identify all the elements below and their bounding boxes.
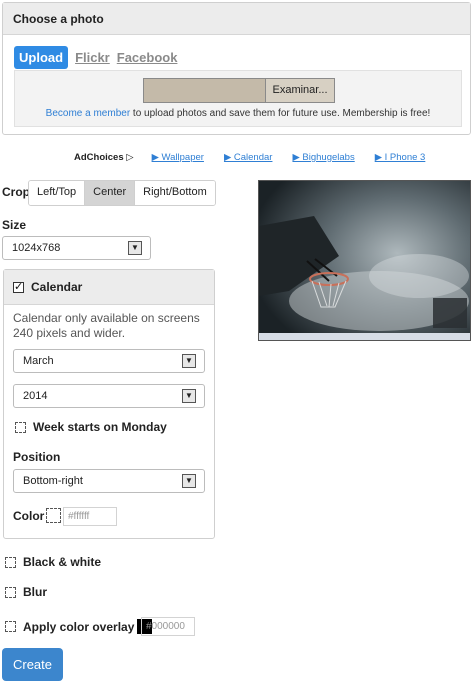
crop-center-button[interactable]: Center — [85, 181, 136, 205]
ad-link-bighugelabs[interactable]: ▶ Bighugelabs — [292, 152, 354, 163]
year-value: 2014 — [23, 390, 48, 402]
overlay-checkbox[interactable] — [5, 621, 16, 632]
month-value: March — [23, 355, 54, 367]
black-white-checkbox[interactable] — [5, 556, 16, 568]
preview-image — [258, 180, 471, 341]
tab-upload[interactable]: Upload — [14, 46, 69, 69]
source-tabs: Upload Flickr Facebook — [14, 46, 184, 69]
membership-text: to upload photos and save them for futur… — [130, 108, 431, 119]
overlay-color-input[interactable]: #000000 — [141, 617, 195, 636]
chevron-down-icon: ▼ — [182, 354, 196, 368]
panel-title: Choose a photo — [3, 3, 470, 35]
chevron-down-icon: ▼ — [128, 241, 142, 255]
week-start-checkbox[interactable] — [15, 421, 26, 433]
black-white-option[interactable]: Black & white — [5, 555, 101, 569]
position-label: Position — [13, 450, 61, 464]
tab-facebook[interactable]: Facebook — [117, 50, 178, 65]
blur-checkbox[interactable] — [5, 586, 16, 598]
week-start-label: Week starts on Monday — [33, 420, 167, 434]
position-select[interactable]: Bottom-right ▼ — [13, 469, 205, 493]
adchoices-label[interactable]: AdChoices ▷ — [74, 152, 134, 163]
tab-flickr[interactable]: Flickr — [75, 50, 110, 65]
basketball-hoop-photo — [259, 181, 470, 340]
color-label: Color — [13, 508, 45, 523]
ad-link-iphone[interactable]: ▶ I Phone 3 — [375, 152, 426, 163]
upload-box: Examinar... Become a member to upload ph… — [14, 70, 462, 127]
browse-button[interactable]: Examinar... — [265, 79, 334, 102]
create-button[interactable]: Create — [2, 648, 63, 681]
membership-note: Become a member to upload photos and sav… — [15, 108, 461, 119]
overlay-label: Apply color overlay — [23, 619, 135, 634]
ad-link-calendar[interactable]: ▶ Calendar — [224, 152, 273, 163]
blur-label: Blur — [23, 585, 47, 599]
week-start-option[interactable]: Week starts on Monday — [15, 420, 167, 434]
position-value: Bottom-right — [23, 475, 83, 487]
calendar-panel: Calendar Calendar only available on scre… — [3, 269, 215, 539]
calendar-title: Calendar — [31, 280, 83, 294]
calendar-note: Calendar only available on screens 240 p… — [13, 311, 200, 340]
crop-button-group: Left/Top Center Right/Bottom — [28, 180, 216, 206]
crop-label: Crop — [2, 185, 30, 199]
file-path-field[interactable] — [144, 79, 265, 102]
overlay-option[interactable]: Apply color overlay — [5, 619, 153, 634]
file-input[interactable]: Examinar... — [143, 78, 335, 103]
color-row: Color — [13, 508, 62, 523]
size-label: Size — [2, 218, 27, 232]
crop-left-top-button[interactable]: Left/Top — [29, 181, 86, 205]
calendar-color-input[interactable]: #ffffff — [63, 507, 117, 526]
choose-photo-panel: Choose a photo Upload Flickr Facebook Ex… — [2, 2, 471, 135]
calendar-header: Calendar — [4, 270, 214, 305]
month-select[interactable]: March ▼ — [13, 349, 205, 373]
ad-link-wallpaper[interactable]: ▶ Wallpaper — [152, 152, 204, 163]
year-select[interactable]: 2014 ▼ — [13, 384, 205, 408]
become-member-link[interactable]: Become a member — [46, 108, 130, 119]
black-white-label: Black & white — [23, 555, 102, 569]
size-value: 1024x768 — [12, 242, 61, 254]
chevron-down-icon: ▼ — [182, 389, 196, 403]
size-select[interactable]: 1024x768 ▼ — [2, 236, 151, 260]
ad-row: AdChoices ▷ ▶ Wallpaper ▶ Calendar ▶ Big… — [74, 152, 445, 163]
chevron-down-icon: ▼ — [182, 474, 196, 488]
crop-right-bottom-button[interactable]: Right/Bottom — [135, 181, 215, 205]
blur-option[interactable]: Blur — [5, 585, 47, 599]
calendar-checkbox[interactable] — [13, 280, 24, 293]
color-swatch[interactable] — [46, 508, 62, 523]
